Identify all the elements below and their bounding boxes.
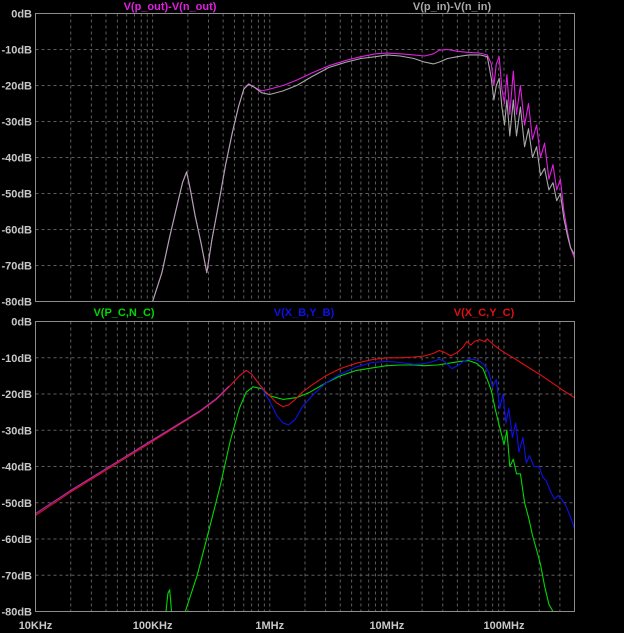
- y-tick-label: -30dB: [1, 425, 32, 437]
- y-tick-label: -10dB: [1, 45, 32, 57]
- legend-bottom-left[interactable]: V(P_C,N_C): [93, 307, 154, 319]
- y-tick-label: -50dB: [1, 189, 32, 201]
- x-tick-label: 100KHz: [133, 620, 173, 632]
- y-tick-label: -60dB: [1, 225, 32, 237]
- y-tick-label: -80dB: [1, 607, 32, 619]
- y-tick-label: 0dB: [11, 9, 32, 21]
- y-tick-label: -10dB: [1, 353, 32, 365]
- y-tick-label: -80dB: [1, 297, 32, 309]
- bode-plot: 0dB -10dB -20dB -30dB -40dB -50dB -60dB -70dB -8…: [0, 0, 624, 633]
- y-tick-label: -40dB: [1, 153, 32, 165]
- x-tick-label: 100MHz: [484, 620, 525, 632]
- x-tick-label: 1MHz: [255, 620, 284, 632]
- x-tick-label: 10MHz: [369, 620, 404, 632]
- legend-bottom-right[interactable]: V(X_C,Y_C): [454, 307, 515, 319]
- y-tick-label: -60dB: [1, 534, 32, 546]
- y-tick-label: -30dB: [1, 117, 32, 129]
- y-tick-label: -70dB: [1, 261, 32, 273]
- y-tick-label: -20dB: [1, 389, 32, 401]
- y-tick-label: -50dB: [1, 498, 32, 510]
- legend-bottom-mid[interactable]: V(X_B,Y_B): [274, 307, 335, 319]
- legend-top-left[interactable]: V(p_out)-V(n_out): [124, 1, 217, 13]
- y-tick-label: -70dB: [1, 570, 32, 582]
- bottom-y-tick-labels: 0dB -10dB -20dB -30dB -40dB -50dB -60dB -70dB -8…: [1, 317, 32, 619]
- y-tick-label: -40dB: [1, 462, 32, 474]
- top-y-tick-labels: 0dB -10dB -20dB -30dB -40dB -50dB -60dB -70dB -8…: [1, 9, 32, 309]
- y-tick-label: -20dB: [1, 81, 32, 93]
- legend-top-right[interactable]: V(p_in)-V(n_in): [413, 1, 492, 13]
- y-tick-label: 0dB: [11, 317, 32, 329]
- x-tick-label: 10KHz: [19, 620, 53, 632]
